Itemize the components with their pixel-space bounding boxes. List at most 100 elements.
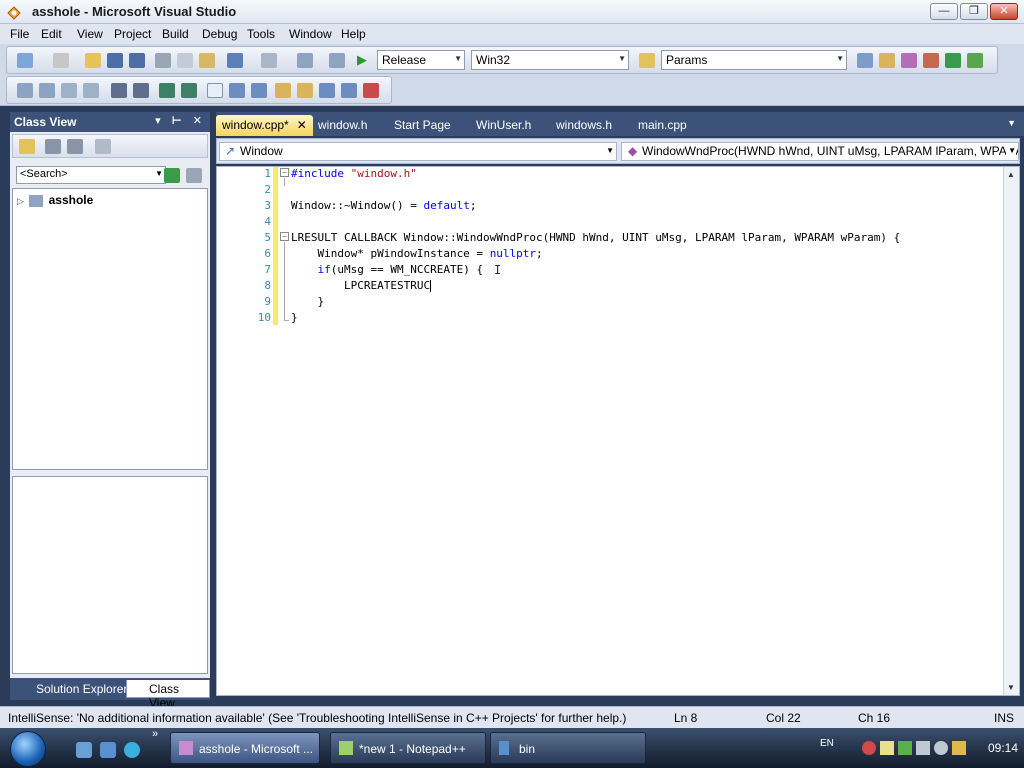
tab-start-page[interactable]: Start Page bbox=[388, 115, 457, 136]
previous-bookmark-document-icon[interactable] bbox=[319, 83, 335, 98]
decrease-indent-icon[interactable] bbox=[111, 83, 127, 98]
task-bin-folder[interactable]: bin bbox=[490, 732, 646, 764]
clock[interactable]: 09:14 bbox=[988, 741, 1018, 755]
save-all-icon[interactable] bbox=[129, 53, 145, 68]
task-notepad-plus-plus[interactable]: *new 1 - Notepad++ bbox=[330, 732, 486, 764]
redo-icon[interactable] bbox=[261, 53, 277, 68]
object-browser-icon[interactable] bbox=[901, 53, 917, 68]
menu-build[interactable]: Build bbox=[162, 27, 189, 41]
menu-debug[interactable]: Debug bbox=[202, 27, 237, 41]
panel-controls[interactable]: ▾ ⊢ ✕ bbox=[155, 114, 206, 127]
new-project-icon[interactable] bbox=[17, 53, 33, 68]
start-button[interactable] bbox=[10, 731, 46, 767]
object-members-icon[interactable] bbox=[17, 83, 33, 98]
project-icon bbox=[29, 194, 44, 207]
tray-sync-icon[interactable] bbox=[898, 741, 912, 755]
menu-file[interactable]: File bbox=[10, 27, 29, 41]
tab-windows-h[interactable]: windows.h bbox=[550, 115, 618, 136]
clear-search-icon[interactable] bbox=[186, 168, 202, 183]
tray-app-icon[interactable] bbox=[862, 741, 876, 755]
tab-list-icon[interactable]: ▼ bbox=[1007, 118, 1016, 128]
minimize-button[interactable]: — bbox=[930, 3, 958, 20]
visual-studio-icon bbox=[7, 6, 21, 20]
task-visual-studio[interactable]: asshole - Microsoft ... bbox=[170, 732, 320, 764]
menu-edit[interactable]: Edit bbox=[41, 27, 62, 41]
menu-view[interactable]: View bbox=[77, 27, 103, 41]
platform-select[interactable]: Win32 ▼ bbox=[471, 50, 629, 70]
close-tab-icon[interactable]: ✕ bbox=[297, 118, 307, 132]
toolbox-icon[interactable] bbox=[923, 53, 939, 68]
class-view-search[interactable]: <Search> ▼ bbox=[16, 166, 166, 184]
scroll-down-icon[interactable]: ▼ bbox=[1007, 683, 1015, 692]
collapse-icon[interactable]: − bbox=[280, 168, 289, 177]
open-folder-icon[interactable] bbox=[85, 53, 101, 68]
menu-project[interactable]: Project bbox=[114, 27, 151, 41]
navigate-backward-icon[interactable] bbox=[297, 53, 313, 68]
tray-volume-icon[interactable] bbox=[934, 741, 948, 755]
cut-icon[interactable] bbox=[155, 53, 171, 68]
start-debugging-icon[interactable]: ▶ bbox=[357, 53, 373, 68]
paste-icon[interactable] bbox=[199, 53, 215, 68]
scroll-up-icon[interactable]: ▲ bbox=[1007, 170, 1015, 179]
scope-select[interactable]: ↗ Window ▼ bbox=[219, 142, 617, 161]
save-icon[interactable] bbox=[107, 53, 123, 68]
navigate-forward-icon[interactable] bbox=[329, 53, 345, 68]
undo-icon[interactable] bbox=[227, 53, 243, 68]
increase-indent-icon[interactable] bbox=[133, 83, 149, 98]
notepad-task-icon bbox=[339, 741, 353, 755]
quick-info-icon[interactable] bbox=[61, 83, 77, 98]
command-window-icon[interactable] bbox=[967, 53, 983, 68]
next-bookmark-folder-icon[interactable] bbox=[297, 83, 313, 98]
tab-class-view[interactable]: Class View bbox=[126, 680, 210, 710]
tab-winuser-h[interactable]: WinUser.h bbox=[470, 115, 537, 136]
tray-wand-icon[interactable] bbox=[952, 741, 966, 755]
configuration-select[interactable]: Release ▼ bbox=[377, 50, 465, 70]
tab-main-cpp[interactable]: main.cpp bbox=[632, 115, 693, 136]
find-combo[interactable]: Params ▼ bbox=[661, 50, 847, 70]
bookmark-icon[interactable] bbox=[207, 83, 223, 98]
forward-arrow-icon[interactable] bbox=[67, 139, 83, 154]
back-arrow-icon[interactable] bbox=[45, 139, 61, 154]
complete-word-icon[interactable] bbox=[83, 83, 99, 98]
tab-window-cpp[interactable]: window.cpp* ✕ bbox=[216, 115, 313, 136]
parameter-info-icon[interactable] bbox=[39, 83, 55, 98]
comment-icon[interactable] bbox=[159, 83, 175, 98]
maximize-button[interactable]: ❐ bbox=[960, 3, 988, 20]
collapse-icon[interactable]: − bbox=[280, 232, 289, 241]
vertical-scrollbar[interactable]: ▲ ▼ bbox=[1003, 167, 1019, 695]
show-desktop-icon[interactable] bbox=[76, 742, 92, 758]
new-folder-icon[interactable] bbox=[19, 139, 35, 154]
language-indicator[interactable]: EN bbox=[820, 738, 836, 754]
tree-item-project[interactable]: ▷ asshole bbox=[17, 193, 93, 207]
code-editor[interactable]: 1 2 3 4 5 6 7 8 9 10 − − #include "windo… bbox=[216, 166, 1020, 696]
previous-bookmark-folder-icon[interactable] bbox=[275, 83, 291, 98]
next-bookmark-document-icon[interactable] bbox=[341, 83, 357, 98]
tab-window-h[interactable]: window.h bbox=[312, 115, 373, 136]
more-quicklaunch-icon[interactable]: » bbox=[152, 728, 158, 740]
find-in-files-icon[interactable] bbox=[639, 53, 655, 68]
clear-bookmarks-icon[interactable] bbox=[363, 83, 379, 98]
copy-icon[interactable] bbox=[177, 53, 193, 68]
chevron-down-icon: ▼ bbox=[618, 54, 626, 63]
settings-dropdown-icon[interactable] bbox=[95, 139, 111, 154]
browser-icon[interactable] bbox=[124, 742, 140, 758]
chevron-down-icon: ▼ bbox=[155, 169, 163, 178]
tab-solution-explorer[interactable]: Solution Explorer bbox=[14, 680, 131, 698]
properties-icon[interactable] bbox=[879, 53, 895, 68]
member-select[interactable]: ◆ WindowWndProc(HWND hWnd, UINT uMsg, LP… bbox=[621, 142, 1019, 161]
start-page-icon[interactable] bbox=[945, 53, 961, 68]
solution-explorer-icon[interactable] bbox=[857, 53, 873, 68]
tray-network-icon[interactable] bbox=[916, 741, 930, 755]
menu-window[interactable]: Window bbox=[289, 27, 332, 41]
expand-arrow-icon[interactable]: ▷ bbox=[17, 196, 24, 206]
menu-help[interactable]: Help bbox=[341, 27, 366, 41]
close-button[interactable]: ✕ bbox=[990, 3, 1018, 20]
uncomment-icon[interactable] bbox=[181, 83, 197, 98]
explorer-icon[interactable] bbox=[100, 742, 116, 758]
previous-bookmark-icon[interactable] bbox=[229, 83, 245, 98]
add-item-icon[interactable] bbox=[53, 53, 69, 68]
next-bookmark-icon[interactable] bbox=[251, 83, 267, 98]
search-go-icon[interactable] bbox=[164, 168, 180, 183]
menu-tools[interactable]: Tools bbox=[247, 27, 275, 41]
tray-note-icon[interactable] bbox=[880, 741, 894, 755]
